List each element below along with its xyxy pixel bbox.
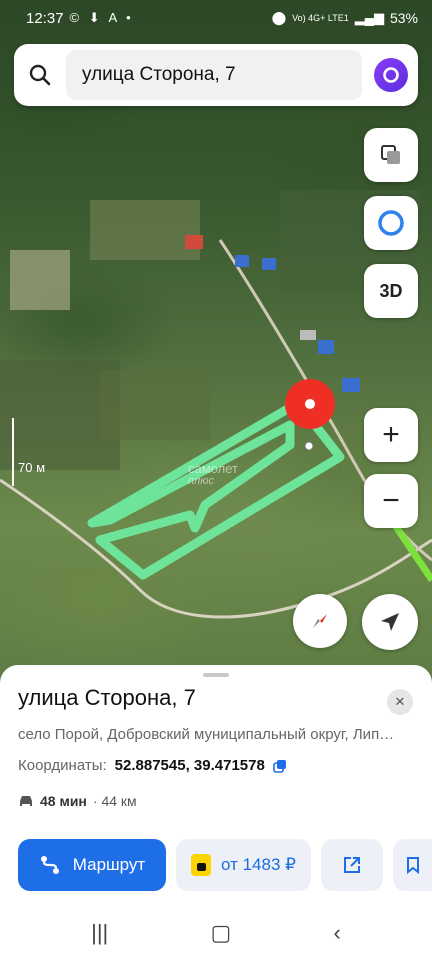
back-icon[interactable]: ‹ [334,920,341,946]
plot-point [304,441,314,451]
coordinates-label: Координаты: [18,757,107,774]
building [185,235,203,249]
3d-button[interactable]: 3D [364,264,418,318]
notification-icons: © ⬇ A • [69,10,134,25]
status-time: 12:37 [26,9,64,27]
route-button[interactable]: Маршрут [18,839,166,891]
watermark: самолет плюс [188,462,238,488]
layers-icon [381,145,400,164]
building [235,255,249,267]
travel-distance: · 44 км [92,793,137,809]
status-right: ⬤ Vo) 4G+ LTE1 ▂▄▆ 53% [272,10,418,26]
scale-bar [12,418,14,486]
location-icon: ⬤ [271,10,287,25]
watermark-bottom: плюс [188,475,215,487]
home-icon[interactable]: ▢ [211,920,232,946]
battery-level: 53% [389,10,418,26]
zoom-out-button[interactable]: − [364,474,418,528]
watermark-top: самолет [188,461,238,476]
sheet-grabber[interactable] [203,673,229,677]
place-title: улица Сторона, 7 [18,685,196,710]
zoom-in-button[interactable]: + [364,408,418,462]
alice-map-button[interactable] [364,196,418,250]
close-icon: ✕ [394,694,406,709]
status-bar: 12:37 © ⬇ A • ⬤ Vo) 4G+ LTE1 ▂▄▆ 53% [0,0,432,36]
system-nav-bar: ||| ▢ ‹ [0,905,432,960]
place-address: село Порой, Добровский муниципальный окр… [18,726,395,743]
building [262,258,276,270]
navigation-arrow-icon [381,613,399,631]
search-input[interactable]: улица Сторона, 7 [66,50,362,100]
yandex-go-icon [191,854,212,876]
signal-icon: ▂▄▆ [354,10,384,25]
bookmark-icon [407,857,419,874]
alice-ring-icon [378,210,404,236]
search-bar[interactable]: улица Сторона, 7 [14,44,418,106]
share-button[interactable] [321,839,383,891]
my-location-button[interactable] [362,594,418,650]
field-patch [100,370,210,440]
recent-apps-icon[interactable]: ||| [91,920,108,946]
compass-button[interactable] [293,594,347,648]
route-icon [40,856,59,874]
search-icon[interactable] [14,64,66,86]
action-buttons: Маршрут от 1483 ₽ [18,839,432,891]
taxi-button[interactable]: от 1483 ₽ [176,839,311,891]
layers-button[interactable] [364,128,418,182]
travel-time: 48 мин [40,793,87,809]
field-patch [90,200,200,260]
coordinates-value[interactable]: 52.887545, 39.471578 [115,757,265,774]
building [318,340,334,354]
taxi-price: от 1483 ₽ [221,855,296,874]
copy-icon[interactable] [273,759,287,773]
highway [392,523,432,582]
share-icon [344,857,360,873]
travel-info: 48 мин · 44 км [18,793,137,809]
route-button-label: Маршрут [72,855,146,874]
building [300,330,316,340]
compass-icon [313,614,327,628]
close-button[interactable]: ✕ [387,689,413,715]
building [342,378,360,392]
bookmark-button[interactable] [393,839,432,891]
location-pin-dot [305,399,315,409]
alice-assistant-icon[interactable] [374,58,408,92]
coordinates-row: Координаты: 52.887545, 39.471578 [18,757,287,774]
network-indicator: Vo) 4G+ LTE1 [292,13,349,23]
scale-label: 70 м [18,460,46,475]
field-patch [10,250,70,310]
car-icon [20,796,32,806]
